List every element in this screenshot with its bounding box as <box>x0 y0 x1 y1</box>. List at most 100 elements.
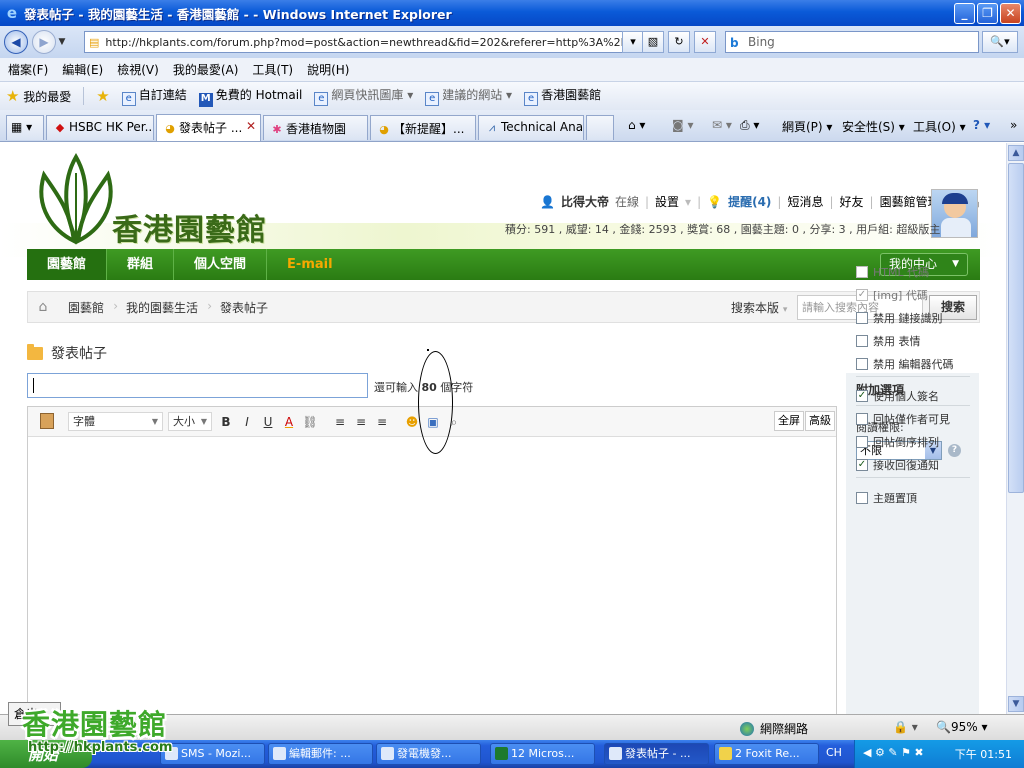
nav-email[interactable]: E-mail <box>267 249 353 280</box>
nav-groups[interactable]: 群組 <box>107 249 175 280</box>
username-link[interactable]: 比得大帝 <box>561 193 609 210</box>
reminders-link[interactable]: 提醒(4) <box>728 193 771 210</box>
fav-suggested-sites[interactable]: e 建議的網站 ▾ <box>425 86 512 106</box>
page-menu[interactable]: 網頁(P) ▾ <box>782 118 832 135</box>
security-zone[interactable]: 網際網路 <box>740 720 808 737</box>
option-2[interactable]: 禁用 鏈接識別 <box>856 310 943 326</box>
align-center-icon[interactable]: ≡ <box>352 413 370 431</box>
friends-link[interactable]: 好友 <box>840 193 864 210</box>
help-icon[interactable]: ? <box>948 444 961 457</box>
scroll-down-icon[interactable]: ▼ <box>1008 696 1024 712</box>
nav-garden-hall[interactable]: 園藝館 <box>27 249 108 280</box>
menu-view[interactable]: 檢視(V) <box>117 61 159 78</box>
option-9[interactable]: 主題置頂 <box>856 490 917 506</box>
checkbox[interactable]: ✓ <box>856 459 868 471</box>
search-go-icon[interactable]: 🔍▾ <box>982 31 1018 53</box>
new-tab-button[interactable] <box>586 115 614 140</box>
settings-link[interactable]: 設置 <box>655 193 679 210</box>
font-color-icon[interactable]: A <box>280 413 298 431</box>
tray-icons[interactable]: ◀ ⚙ ✎ ⚑ ✖ <box>863 746 924 759</box>
nav-personal-space[interactable]: 個人空間 <box>174 249 268 280</box>
print-icon[interactable]: ⎙ ▾ <box>740 118 759 133</box>
checkbox[interactable] <box>856 335 868 347</box>
minimize-button[interactable]: _ <box>954 3 975 24</box>
checkbox[interactable] <box>856 358 868 370</box>
maximize-button[interactable]: ❐ <box>977 3 998 24</box>
checkbox[interactable] <box>856 436 868 448</box>
checkbox[interactable] <box>856 492 868 504</box>
breadcrumb-garden-hall[interactable]: 園藝館 <box>58 299 118 316</box>
breadcrumb-my-garden-life[interactable]: 我的園藝生活 <box>116 299 212 316</box>
task-foxit[interactable]: 2 Foxit Re... <box>714 743 819 765</box>
safety-menu[interactable]: 安全性(S) ▾ <box>842 118 905 135</box>
subject-input[interactable] <box>27 373 368 398</box>
scroll-up-icon[interactable]: ▲ <box>1008 145 1024 161</box>
help-icon[interactable]: ? ▾ <box>973 118 990 132</box>
forward-button[interactable]: ▶ <box>32 30 56 54</box>
tab-technical-analysis[interactable]: ⩘ Technical Anal... <box>478 115 584 140</box>
task-ie-post-thread[interactable]: 發表帖子 - ... <box>604 743 709 765</box>
checkbox[interactable]: ✓ <box>856 390 868 402</box>
search-scope-dropdown[interactable]: 搜索本版 ▾ <box>731 299 787 316</box>
paste-icon[interactable] <box>40 413 54 429</box>
home-icon[interactable]: ⌂ <box>28 299 58 315</box>
language-indicator[interactable]: CH <box>826 746 842 759</box>
compat-view-icon[interactable]: ▧ <box>642 31 664 53</box>
feeds-icon[interactable]: ◙ ▾ <box>672 118 693 132</box>
task-generator[interactable]: 發電機發... <box>376 743 481 765</box>
size-select[interactable]: 大小 ▼ <box>168 412 212 431</box>
vertical-scrollbar[interactable]: ▲ ▼ <box>1006 143 1024 714</box>
menu-help[interactable]: 說明(H) <box>307 61 349 78</box>
task-excel[interactable]: 12 Micros... <box>490 743 595 765</box>
favorites-button[interactable]: ★ 我的最愛 <box>6 87 71 105</box>
menu-file[interactable]: 檔案(F) <box>8 61 48 78</box>
checkbox[interactable] <box>856 312 868 324</box>
menu-edit[interactable]: 編輯(E) <box>62 61 103 78</box>
option-7[interactable]: 回帖倒序排列 <box>856 434 939 450</box>
task-edit-mail[interactable]: 編輯郵件: ... <box>268 743 373 765</box>
search-input[interactable]: b Bing <box>725 31 979 53</box>
align-left-icon[interactable]: ≡ <box>331 413 349 431</box>
advanced-button[interactable]: 高級 <box>805 411 835 431</box>
italic-button[interactable]: I <box>238 413 256 431</box>
zoom-control[interactable]: 🔍95% ▾ <box>936 720 987 734</box>
tab-hk-botanical[interactable]: ✱ 香港植物園 <box>263 115 368 140</box>
refresh-icon[interactable]: ↻ <box>668 31 690 53</box>
fav-hotmail[interactable]: M 免費的 Hotmail <box>198 86 302 107</box>
site-logo[interactable]: 香港園藝館 <box>26 153 296 248</box>
chevron-more-icon[interactable]: » <box>1010 118 1017 132</box>
option-8[interactable]: ✓ 接收回復通知 <box>856 457 939 473</box>
fullscreen-button[interactable]: 全屏 <box>774 411 804 431</box>
mail-icon[interactable]: ✉ ▾ <box>712 118 732 132</box>
history-dropdown[interactable]: ▼ <box>56 37 68 47</box>
close-tab-icon[interactable]: ✕ <box>246 119 256 133</box>
underline-button[interactable]: U <box>259 413 277 431</box>
messages-link[interactable]: 短消息 <box>787 193 823 210</box>
address-dropdown-button[interactable]: ▾ <box>622 31 644 53</box>
option-4[interactable]: 禁用 編輯器代碼 <box>856 356 954 372</box>
fav-webslice-gallery[interactable]: e 網頁快訊圖庫 ▾ <box>314 86 413 106</box>
close-button[interactable]: ✕ <box>1000 3 1021 24</box>
option-6[interactable]: 回帖僅作者可見 <box>856 411 950 427</box>
scroll-thumb[interactable] <box>1008 163 1024 493</box>
back-button[interactable]: ◀ <box>4 30 28 54</box>
tools-menu[interactable]: 工具(O) ▾ <box>913 118 966 135</box>
font-select[interactable]: 字體 ▼ <box>68 412 163 431</box>
tab-new-reminder[interactable]: ◕ 【新提醒】... <box>370 115 476 140</box>
address-input[interactable]: ▤ http://hkplants.com/forum.php?mod=post&… <box>84 31 638 53</box>
link-icon[interactable]: ⛓ <box>301 413 319 431</box>
checkbox[interactable] <box>856 413 868 425</box>
stop-icon[interactable]: ✕ <box>694 31 716 53</box>
tab-hsbc[interactable]: ◆ HSBC HK Per... <box>46 115 154 140</box>
editor-body[interactable] <box>28 438 836 714</box>
protected-mode-icon[interactable]: 🔒 ▾ <box>893 720 918 734</box>
bold-button[interactable]: B <box>217 413 235 431</box>
option-3[interactable]: 禁用 表情 <box>856 333 921 349</box>
option-5[interactable]: ✓ 使用個人簽名 <box>856 388 939 404</box>
chevron-down-icon[interactable]: ▾ <box>685 195 691 209</box>
add-favorite-icon[interactable]: ★ <box>96 87 109 105</box>
fav-custom-links[interactable]: e 自訂連結 <box>121 86 187 106</box>
home-icon[interactable]: ⌂ ▾ <box>628 118 645 132</box>
menu-favorites[interactable]: 我的最愛(A) <box>173 61 239 78</box>
tab-post-thread[interactable]: ◕ 發表帖子 ... ✕ <box>156 114 261 141</box>
